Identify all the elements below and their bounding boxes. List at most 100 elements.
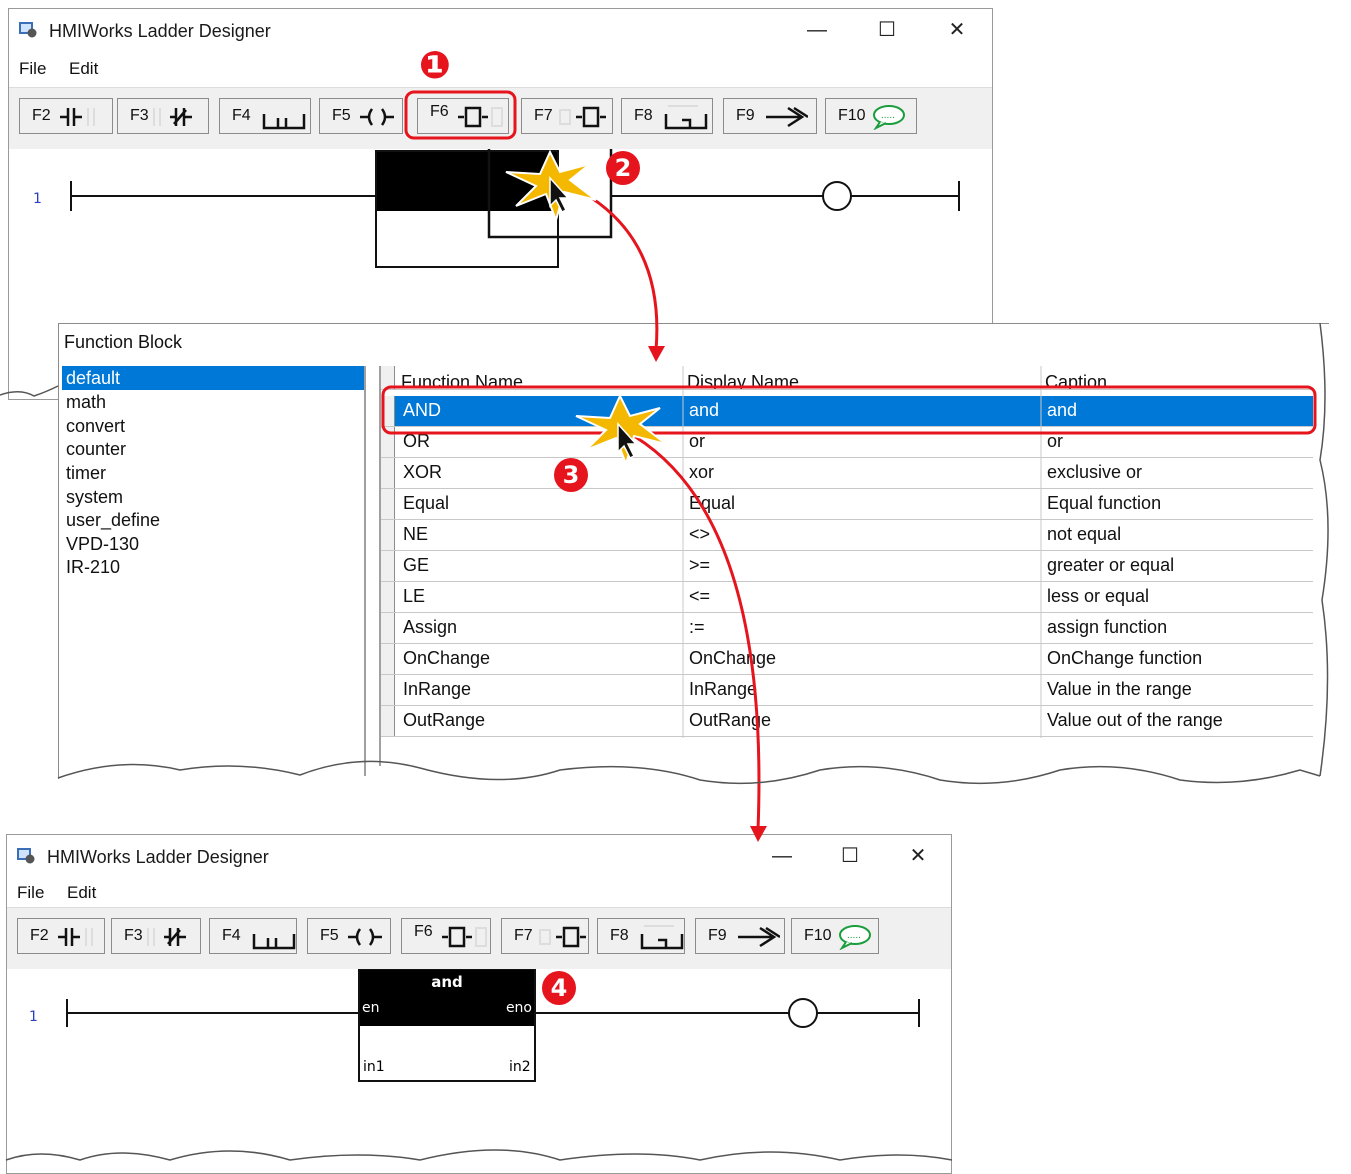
comment-icon: ..... [873,105,905,130]
toolbar-key-label: F3 [124,927,143,944]
toolbar-key-label: F3 [130,107,149,124]
ladder-rung [70,149,960,268]
step-marker-1: ❶ [418,43,452,87]
toolbar-f7-button[interactable]: F7 [521,98,613,134]
window-title: HMIWorks Ladder Designer [47,847,269,867]
toolbar-key-label: F8 [634,107,653,124]
pin-in1: in1 [363,1059,385,1075]
toolbar-key-label: F10 [804,927,832,944]
toolbar-key-label: F7 [534,107,553,124]
function-block-name: and [431,973,463,991]
contact-no-icon [58,928,93,946]
toolbar-key-label: F4 [232,107,251,124]
toolbar-f5-button[interactable]: F5 [319,98,403,134]
step-marker-4: 4 [542,971,576,1005]
branch-down-icon [664,105,708,130]
toolbar-f8-button[interactable]: F8 [621,98,713,134]
function-block-alt-icon [539,926,586,948]
function-block-dialog: Function Block default math convert coun… [58,323,1329,779]
toolbar-f7-button[interactable]: F7 [501,918,589,954]
toolbar-key-label: F4 [222,927,241,944]
parallel-branch-icon [262,114,306,130]
menu-bar: File Edit [9,55,992,87]
toolbar-key-label: F5 [320,927,339,944]
toolbar-f3-button[interactable]: F3 [117,98,209,134]
menu-edit[interactable]: Edit [67,883,96,903]
app-icon [17,848,35,864]
toolbar-key-label: F9 [708,927,727,944]
toolbar: F2 F3 F4 F5 F6 F7 F8 F9 F10..... [7,907,951,971]
step-marker-3: 3 [554,458,588,492]
pin-in2: in2 [509,1059,531,1075]
jump-arrow-icon [738,926,780,948]
toolbar-f4-button[interactable]: F4 [209,918,297,954]
jump-arrow-icon [766,106,808,128]
category-item[interactable]: VPD-130 [62,532,364,556]
category-item[interactable]: convert [62,414,364,438]
category-item[interactable]: default [62,366,364,390]
toolbar-key-label: F8 [610,927,629,944]
toolbar-key-label: F9 [736,107,755,124]
toolbar-f5-button[interactable]: F5 [307,918,391,954]
toolbar-f3-button[interactable]: F3 [111,918,201,954]
coil-icon [360,108,394,126]
category-item[interactable]: counter [62,437,364,461]
function-block-alt-icon [559,106,606,128]
title-bar: HMIWorks Ladder Designer — ☐ ✕ [7,835,951,879]
category-list[interactable]: default math convert counter timer syste… [62,366,366,776]
contact-nc-icon [147,928,186,946]
minimize-button[interactable]: — [759,841,805,871]
toolbar-key-label: F2 [32,107,51,124]
toolbar-f6-button[interactable]: F6 [417,98,509,134]
menu-edit[interactable]: Edit [69,59,98,79]
toolbar-f9-button[interactable]: F9 [695,918,785,954]
ladder-designer-window-bottom: HMIWorks Ladder Designer — ☐ ✕ File Edit… [6,834,952,1174]
category-item[interactable]: IR-210 [62,555,364,579]
coil-icon [348,928,382,946]
category-item[interactable]: timer [62,461,364,485]
menu-file[interactable]: File [19,59,46,79]
function-block-and[interactable]: and en eno [360,970,534,1026]
ladder-canvas[interactable]: 1 and en eno in1 in2 [7,969,951,1173]
dialog-title: Function Block [64,332,183,352]
maximize-button[interactable]: ☐ [864,15,910,45]
toolbar: F2 F3 F4 F5 F6 F7 F8 F9 F10..... [9,87,992,151]
toolbar-f6-button[interactable]: F6 [401,918,491,954]
app-icon [19,22,37,38]
contact-nc-icon [153,108,192,126]
maximize-button[interactable]: ☐ [827,841,873,871]
toolbar-key-label: F10 [838,107,866,124]
toolbar-f10-button[interactable]: F10..... [825,98,917,134]
toolbar-key-label: F7 [514,927,533,944]
grid-column-lines [682,366,1042,738]
step-marker-2: 2 [606,151,640,185]
toolbar-key-label: F2 [30,927,49,944]
toolbar-f2-button[interactable]: F2 [19,98,113,134]
minimize-button[interactable]: — [794,15,840,45]
branch-down-icon [640,925,684,950]
pin-eno: eno [505,1000,532,1016]
svg-text:.....: ..... [881,110,895,121]
category-item[interactable]: system [62,485,364,509]
title-bar: HMIWorks Ladder Designer — ☐ ✕ [9,9,992,53]
toolbar-f9-button[interactable]: F9 [723,98,817,134]
toolbar-f4-button[interactable]: F4 [219,98,311,134]
pin-en: en [362,1000,380,1016]
comment-icon: ..... [839,925,871,950]
toolbar-key-label: F6 [430,103,449,120]
category-item[interactable]: math [62,390,364,414]
menu-file[interactable]: File [17,883,44,903]
category-item[interactable]: user_define [62,508,364,532]
toolbar-f10-button[interactable]: F10..... [791,918,879,954]
function-block-icon [442,926,487,948]
parallel-branch-icon [252,934,296,950]
toolbar-f2-button[interactable]: F2 [17,918,105,954]
toolbar-f8-button[interactable]: F8 [597,918,685,954]
svg-text:.....: ..... [847,930,861,941]
close-button[interactable]: ✕ [934,15,980,45]
window-title: HMIWorks Ladder Designer [49,21,271,41]
function-block-icon [458,106,503,128]
contact-no-icon [60,108,95,126]
close-button[interactable]: ✕ [895,841,941,871]
function-grid[interactable]: Function Name Display Name Caption AND an… [379,366,1331,766]
